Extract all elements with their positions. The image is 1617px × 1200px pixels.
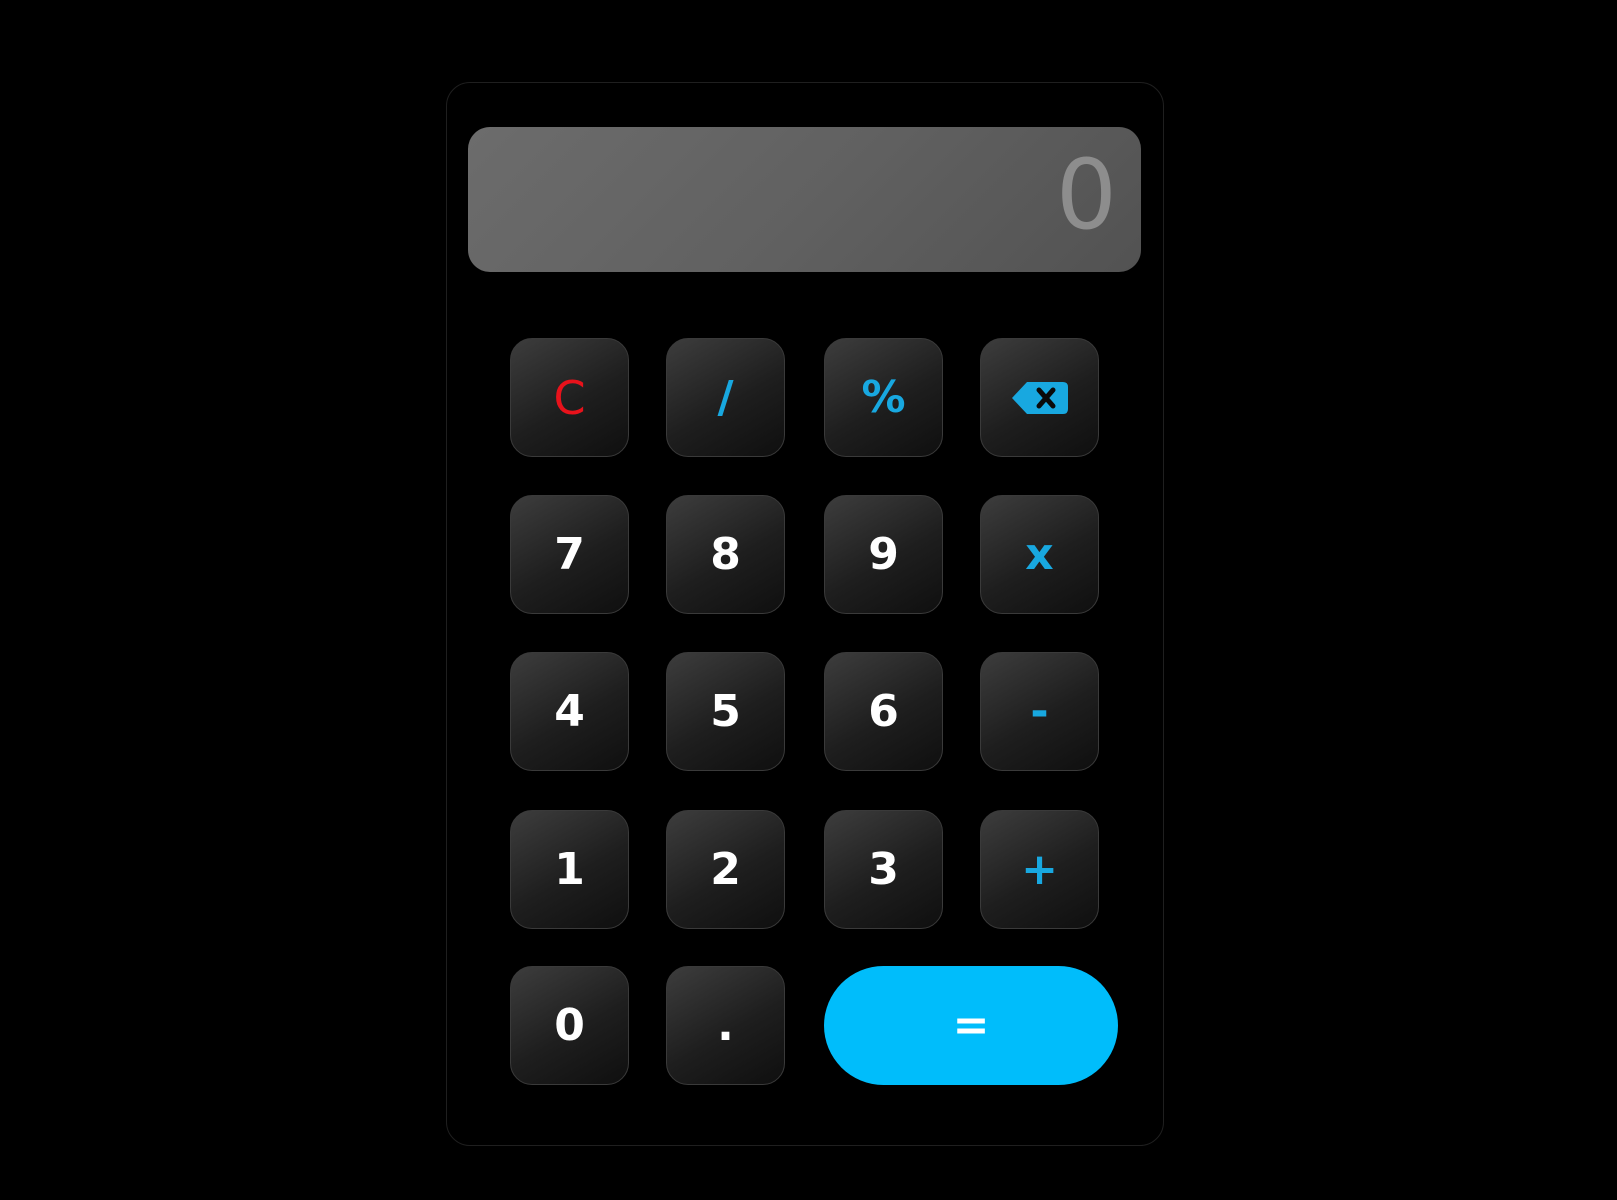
- digit-8-button[interactable]: 8: [666, 495, 785, 614]
- divide-button[interactable]: /: [666, 338, 785, 457]
- percent-button[interactable]: %: [824, 338, 943, 457]
- digit-7-button[interactable]: 7: [510, 495, 629, 614]
- digit-2-button[interactable]: 2: [666, 810, 785, 929]
- backspace-button[interactable]: [980, 338, 1099, 457]
- clear-button[interactable]: C: [510, 338, 629, 457]
- calculator: 0 C / % 7 8 9 x 4 5 6 - 1 2 3 + 0 . =: [446, 82, 1164, 1146]
- backspace-icon: [1011, 381, 1068, 414]
- digit-1-button[interactable]: 1: [510, 810, 629, 929]
- minus-button[interactable]: -: [980, 652, 1099, 771]
- multiply-button[interactable]: x: [980, 495, 1099, 614]
- plus-button[interactable]: +: [980, 810, 1099, 929]
- digit-0-button[interactable]: 0: [510, 966, 629, 1085]
- digit-3-button[interactable]: 3: [824, 810, 943, 929]
- decimal-button[interactable]: .: [666, 966, 785, 1085]
- digit-9-button[interactable]: 9: [824, 495, 943, 614]
- calculator-display: 0: [468, 127, 1141, 272]
- digit-5-button[interactable]: 5: [666, 652, 785, 771]
- display-value: 0: [1055, 139, 1117, 251]
- digit-4-button[interactable]: 4: [510, 652, 629, 771]
- digit-6-button[interactable]: 6: [824, 652, 943, 771]
- equals-button[interactable]: =: [824, 966, 1118, 1085]
